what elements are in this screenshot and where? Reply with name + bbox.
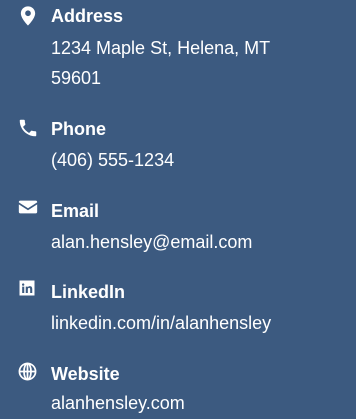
email-label: Email [51,201,100,221]
linkedin-icon [17,278,37,298]
globe-icon [17,361,38,382]
website-label: Website [51,364,120,384]
address-label: Address [51,6,124,26]
phone-link[interactable]: (406) 555-1234 [51,145,351,175]
envelope-icon [17,196,39,218]
email-link[interactable]: alan.hensley@email.com [51,227,351,257]
phone-label: Phone [51,119,107,139]
website-link[interactable]: alanhensley.com [51,388,351,418]
linkedin-link[interactable]: linkedin.com/in/alanhensley [51,308,351,338]
map-marker-icon [17,5,39,27]
linkedin-label: LinkedIn [51,282,126,302]
phone-icon [17,117,39,139]
address-line-2: 59601 [51,68,102,88]
address-line-1: 1234 Maple St, Helena, MT [51,38,271,58]
